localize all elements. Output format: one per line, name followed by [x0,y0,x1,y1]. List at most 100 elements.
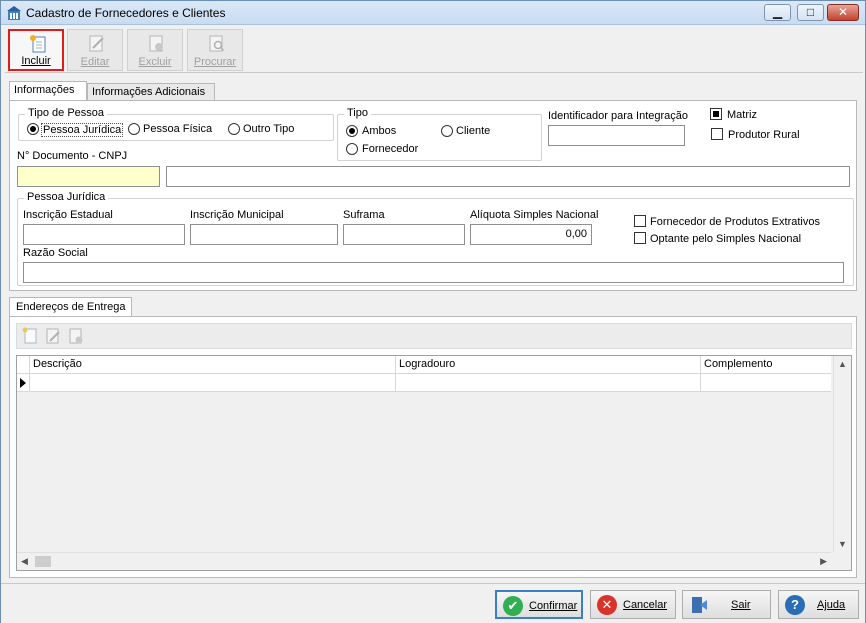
radio-fornecedor[interactable] [346,143,358,155]
tab-enderecos-entrega-label: Endereços de Entrega [16,301,126,313]
radio-outro-tipo[interactable] [228,123,240,135]
table-row[interactable] [17,374,831,392]
pessoa-juridica-title: Pessoa Jurídica [24,191,109,203]
cancel-icon: ✕ [597,595,617,615]
fornecedor-extrativos-checkbox[interactable] [634,215,646,227]
window-title: Cadastro de Fornecedores e Clientes [26,6,226,20]
title-bar: Cadastro de Fornecedores e Clientes ▁ □ … [1,1,865,25]
exit-door-icon [692,597,707,613]
new-document-icon [30,35,46,53]
documento-label: N° Documento - CNPJ [17,150,128,162]
close-icon: ✕ [837,5,849,19]
delete-address-icon[interactable] [67,327,85,345]
excluir-button[interactable]: Excluir [127,29,183,71]
aliquota-input[interactable]: 0,00 [470,224,592,245]
add-address-icon[interactable] [21,327,39,345]
suframa-label: Suframa [343,209,385,221]
pessoa-juridica-label: Pessoa Jurídica [41,123,124,137]
col-descricao[interactable]: Descrição [30,356,396,374]
fornecedor-extrativos-label: Fornecedor de Produtos Extrativos [650,216,820,228]
editar-label: Editar [80,56,110,68]
vertical-scrollbar[interactable]: ▲ ▼ [833,356,851,552]
scroll-left-icon[interactable]: ◀ [21,556,28,567]
close-button[interactable]: ✕ [827,4,859,21]
matriz-checkbox[interactable] [710,108,722,120]
enderecos-panel: Descrição Logradouro Complemento ▲ ▼ ◀ ▶ [9,316,857,578]
informacoes-panel: Tipo de Pessoa Pessoa Jurídica Pessoa Fí… [9,100,857,291]
delete-document-icon [149,35,163,52]
aliquota-label: Alíquota Simples Nacional [470,209,599,221]
tab-informacoes-adicionais[interactable]: Informações Adicionais [87,83,215,101]
cancelar-label: Cancelar [623,599,668,611]
row-pointer-icon [20,378,26,388]
minimize-icon: ▁ [772,5,783,19]
maximize-button[interactable]: □ [797,4,824,21]
tipo-title: Tipo [344,107,371,119]
tab-informacoes-label: Informações [14,84,75,96]
fornecedor-label: Fornecedor [362,143,419,155]
nome-input[interactable] [166,166,850,187]
ambos-label: Ambos [362,125,397,137]
minimize-button[interactable]: ▁ [764,4,791,21]
col-logradouro[interactable]: Logradouro [396,356,701,374]
cell-descricao[interactable] [30,374,396,392]
col-complemento[interactable]: Complemento [701,356,831,374]
building-icon [7,6,21,20]
tab-enderecos-entrega[interactable]: Endereços de Entrega [9,297,133,317]
inscricao-estadual-input[interactable] [23,224,185,245]
maximize-icon: □ [806,5,815,19]
radio-ambos[interactable] [346,125,358,137]
help-icon: ? [785,595,805,615]
optante-simples-label: Optante pelo Simples Nacional [650,233,802,245]
cell-complemento[interactable] [701,374,831,392]
razao-social-label: Razão Social [23,247,88,259]
main-window: Cadastro de Fornecedores e Clientes ▁ □ … [0,0,866,623]
horizontal-scrollbar[interactable]: ◀ ▶ [17,552,831,570]
editar-button[interactable]: Editar [67,29,123,71]
scroll-down-icon[interactable]: ▼ [838,539,847,549]
ajuda-button[interactable]: ? Ajuda [778,590,859,619]
scroll-right-icon[interactable]: ▶ [820,556,827,567]
tab-informacoes[interactable]: Informações [9,81,87,101]
pessoa-juridica-group: Pessoa Jurídica Inscrição Estadual Inscr… [17,191,854,286]
excluir-label: Excluir [138,56,172,68]
produtor-rural-label: Produtor Rural [728,129,800,141]
incluir-button[interactable]: Incluir [8,29,64,71]
search-document-icon [209,35,225,52]
check-icon: ✔ [503,596,523,616]
tab-informacoes-adicionais-label: Informações Adicionais [92,86,206,98]
footer-bar: ✔ Confirmar ✕ Cancelar Sair ? Ajuda [1,583,865,623]
cell-logradouro[interactable] [396,374,701,392]
tipo-pessoa-title: Tipo de Pessoa [25,107,108,119]
inscricao-municipal-label: Inscrição Municipal [190,209,284,221]
horizontal-scroll-thumb[interactable] [35,556,51,567]
ajuda-label: Ajuda [817,599,846,611]
optante-simples-checkbox[interactable] [634,232,646,244]
procurar-label: Procurar [193,56,237,68]
enderecos-toolbar [16,323,852,349]
tipo-pessoa-group: Tipo de Pessoa Pessoa Jurídica Pessoa Fí… [18,107,334,141]
produtor-rural-checkbox[interactable] [711,128,723,140]
confirmar-button[interactable]: ✔ Confirmar [495,590,583,619]
matriz-label: Matriz [727,109,757,121]
sair-label: Sair [731,599,751,611]
identificador-input[interactable] [548,125,685,146]
edit-document-icon [89,35,104,52]
grid-header: Descrição Logradouro Complemento [17,356,831,374]
grid-indicator-header [17,356,30,374]
radio-pessoa-juridica[interactable] [27,123,39,135]
razao-social-input[interactable] [23,262,844,283]
sair-button[interactable]: Sair [682,590,771,619]
inscricao-municipal-input[interactable] [190,224,338,245]
confirmar-label: Confirmar [529,600,578,612]
pessoa-fisica-label: Pessoa Física [143,123,213,135]
suframa-input[interactable] [343,224,465,245]
scroll-up-icon[interactable]: ▲ [838,359,847,369]
incluir-label: Incluir [21,55,51,67]
edit-address-icon[interactable] [44,327,62,345]
cancelar-button[interactable]: ✕ Cancelar [590,590,676,619]
documento-input[interactable] [17,166,160,187]
procurar-button[interactable]: Procurar [187,29,243,71]
radio-cliente[interactable] [441,125,453,137]
radio-pessoa-fisica[interactable] [128,123,140,135]
